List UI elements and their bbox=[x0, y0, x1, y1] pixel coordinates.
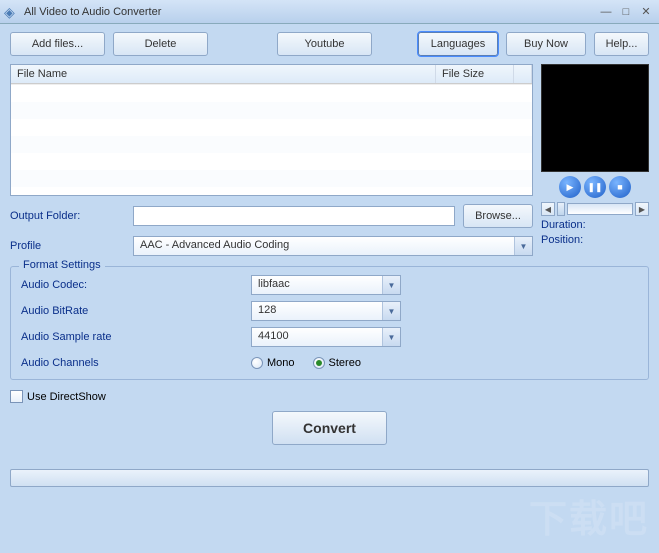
column-filename[interactable]: File Name bbox=[11, 65, 436, 83]
seek-thumb[interactable] bbox=[557, 202, 565, 216]
browse-button[interactable]: Browse... bbox=[463, 204, 533, 228]
mono-radio[interactable]: Mono bbox=[251, 357, 295, 369]
column-filesize[interactable]: File Size bbox=[436, 65, 514, 83]
audio-samplerate-label: Audio Sample rate bbox=[21, 331, 251, 343]
seek-left-icon[interactable]: ◀ bbox=[541, 202, 555, 216]
use-directshow-checkbox[interactable]: Use DirectShow bbox=[10, 390, 649, 403]
main-toolbar: Add files... Delete Youtube Languages Bu… bbox=[10, 32, 649, 56]
chevron-down-icon[interactable]: ▼ bbox=[382, 328, 400, 346]
stop-button[interactable]: ■ bbox=[609, 176, 631, 198]
add-files-button[interactable]: Add files... bbox=[10, 32, 105, 56]
audio-samplerate-combo[interactable]: 44100 ▼ bbox=[251, 327, 401, 347]
pause-button[interactable]: ❚❚ bbox=[584, 176, 606, 198]
radio-icon bbox=[313, 357, 325, 369]
close-button[interactable]: ✕ bbox=[637, 4, 655, 20]
chevron-down-icon[interactable]: ▼ bbox=[382, 302, 400, 320]
audio-bitrate-label: Audio BitRate bbox=[21, 305, 251, 317]
audio-channels-label: Audio Channels bbox=[21, 357, 251, 369]
minimize-button[interactable]: — bbox=[597, 4, 615, 20]
seek-right-icon[interactable]: ▶ bbox=[635, 202, 649, 216]
format-legend: Format Settings bbox=[19, 259, 105, 271]
stereo-radio[interactable]: Stereo bbox=[313, 357, 361, 369]
chevron-down-icon[interactable]: ▼ bbox=[382, 276, 400, 294]
profile-combo[interactable]: AAC - Advanced Audio Coding ▼ bbox=[133, 236, 533, 256]
play-button[interactable]: ▶ bbox=[559, 176, 581, 198]
app-logo-icon bbox=[4, 4, 20, 20]
output-folder-label: Output Folder: bbox=[10, 210, 125, 222]
help-button[interactable]: Help... bbox=[594, 32, 649, 56]
video-preview bbox=[541, 64, 649, 172]
audio-bitrate-combo[interactable]: 128 ▼ bbox=[251, 301, 401, 321]
duration-label: Duration: bbox=[541, 219, 649, 231]
buy-now-button[interactable]: Buy Now bbox=[506, 32, 586, 56]
column-extra bbox=[514, 65, 532, 83]
profile-label: Profile bbox=[10, 240, 125, 252]
languages-button[interactable]: Languages bbox=[418, 32, 498, 56]
delete-button[interactable]: Delete bbox=[113, 32, 208, 56]
titlebar: All Video to Audio Converter — □ ✕ bbox=[0, 0, 659, 24]
file-list-body[interactable] bbox=[11, 84, 532, 192]
file-list-header: File Name File Size bbox=[11, 65, 532, 84]
output-folder-input[interactable] bbox=[133, 206, 455, 226]
progress-bar bbox=[10, 469, 649, 487]
youtube-button[interactable]: Youtube bbox=[277, 32, 372, 56]
maximize-button[interactable]: □ bbox=[617, 4, 635, 20]
seek-track[interactable] bbox=[567, 203, 633, 215]
audio-codec-label: Audio Codec: bbox=[21, 279, 251, 291]
convert-button[interactable]: Convert bbox=[272, 411, 387, 445]
audio-codec-combo[interactable]: libfaac ▼ bbox=[251, 275, 401, 295]
checkbox-icon bbox=[10, 390, 23, 403]
file-list[interactable]: File Name File Size bbox=[10, 64, 533, 196]
chevron-down-icon[interactable]: ▼ bbox=[514, 237, 532, 255]
seek-bar[interactable]: ◀ ▶ bbox=[541, 202, 649, 216]
radio-icon bbox=[251, 357, 263, 369]
window-title: All Video to Audio Converter bbox=[24, 6, 597, 18]
profile-value: AAC - Advanced Audio Coding bbox=[134, 237, 514, 255]
format-settings-group: Format Settings Audio Codec: libfaac ▼ A… bbox=[10, 266, 649, 380]
position-label: Position: bbox=[541, 234, 649, 246]
